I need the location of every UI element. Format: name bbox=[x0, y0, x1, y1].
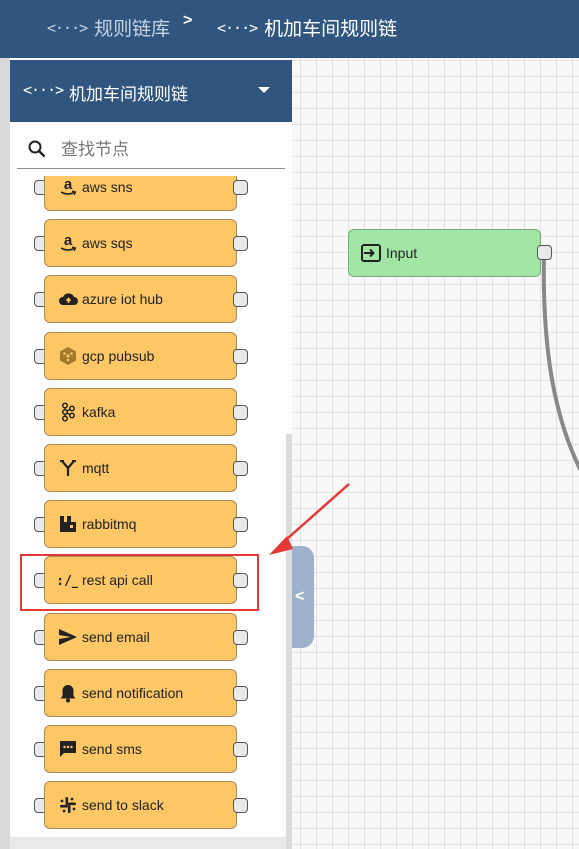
node-card[interactable]: azure iot hub bbox=[44, 275, 237, 323]
annotation-arrow-icon bbox=[269, 483, 350, 555]
code-brackets-icon: <···> bbox=[217, 18, 258, 37]
node-card[interactable]: send sms bbox=[44, 725, 237, 773]
node-item-rabbitmq[interactable]: rabbitmq bbox=[10, 500, 286, 550]
gcp-hexagon-icon bbox=[60, 347, 76, 365]
node-label: aws sns bbox=[82, 179, 133, 195]
list-footer bbox=[10, 837, 286, 849]
node-label: send sms bbox=[82, 741, 142, 757]
node-out-port[interactable] bbox=[233, 630, 248, 645]
amazon-icon: a bbox=[60, 233, 77, 252]
chevron-down-icon[interactable] bbox=[258, 87, 270, 93]
rule-chain-canvas[interactable]: Input bbox=[292, 58, 579, 849]
node-item-azure-iot-hub[interactable]: azure iot hub bbox=[10, 275, 286, 325]
node-item-gcp-pubsub[interactable]: gcp pubsub bbox=[10, 332, 286, 382]
node-item-send-notification[interactable]: send notification bbox=[10, 669, 286, 719]
node-label: rabbitmq bbox=[82, 516, 137, 532]
cloud-upload-icon bbox=[59, 293, 78, 305]
node-out-port[interactable] bbox=[233, 349, 248, 364]
breadcrumb-current: <···> 机加车间规则链 bbox=[217, 14, 397, 41]
node-out-port[interactable] bbox=[233, 461, 248, 476]
input-node-label: Input bbox=[386, 245, 418, 261]
node-label: gcp pubsub bbox=[82, 348, 155, 364]
node-card[interactable]: rabbitmq bbox=[44, 500, 237, 548]
node-out-port[interactable] bbox=[233, 686, 248, 701]
send-icon bbox=[59, 629, 77, 645]
amazon-icon: a bbox=[60, 177, 77, 196]
connection-line bbox=[541, 251, 579, 472]
input-node-out-port[interactable] bbox=[537, 245, 552, 260]
node-out-port[interactable] bbox=[233, 517, 248, 532]
node-label: send to slack bbox=[82, 797, 164, 813]
node-card[interactable]: kafka bbox=[44, 388, 237, 436]
search-input[interactable] bbox=[61, 137, 276, 163]
node-out-port[interactable] bbox=[233, 405, 248, 420]
node-label: kafka bbox=[82, 404, 116, 420]
kafka-icon bbox=[61, 402, 75, 422]
node-item-send-sms[interactable]: send sms bbox=[10, 725, 286, 775]
search-box bbox=[17, 132, 285, 169]
input-arrow-icon bbox=[361, 244, 381, 262]
node-item-mqtt[interactable]: mqtt bbox=[10, 444, 286, 494]
node-item-send-to-slack[interactable]: send to slack bbox=[10, 781, 286, 831]
node-card[interactable]: mqtt bbox=[44, 444, 237, 492]
svg-text:a: a bbox=[64, 233, 73, 249]
highlight-box bbox=[20, 554, 259, 611]
node-item-kafka[interactable]: kafka bbox=[10, 388, 286, 438]
node-card[interactable]: a aws sqs bbox=[44, 219, 237, 267]
node-out-port[interactable] bbox=[233, 798, 248, 813]
node-card[interactable]: send to slack bbox=[44, 781, 237, 829]
node-item-aws-sqs[interactable]: a aws sqs bbox=[10, 219, 286, 269]
svg-text:a: a bbox=[64, 177, 73, 193]
search-icon bbox=[28, 140, 46, 158]
node-out-port[interactable] bbox=[233, 236, 248, 251]
node-out-port[interactable] bbox=[233, 742, 248, 757]
node-card[interactable]: send notification bbox=[44, 669, 237, 717]
node-out-port[interactable] bbox=[233, 180, 248, 195]
breadcrumb-root[interactable]: <···> 规则链库 bbox=[47, 14, 170, 41]
node-label: send notification bbox=[82, 685, 184, 701]
connection-layer bbox=[541, 251, 579, 472]
breadcrumb-current-label: 机加车间规则链 bbox=[264, 19, 398, 40]
node-item-send-email[interactable]: send email bbox=[10, 613, 286, 663]
collapse-panel-tab[interactable]: < bbox=[292, 546, 314, 648]
input-node[interactable]: Input bbox=[348, 229, 541, 277]
breadcrumb-separator: > bbox=[183, 12, 193, 29]
node-out-port[interactable] bbox=[233, 292, 248, 307]
node-label: send email bbox=[82, 629, 150, 645]
merge-icon bbox=[60, 460, 76, 476]
sms-icon bbox=[60, 741, 76, 757]
slack-icon bbox=[60, 797, 76, 813]
node-label: mqtt bbox=[82, 460, 110, 476]
node-card[interactable]: gcp pubsub bbox=[44, 332, 237, 380]
panel-header[interactable]: <···> 机加车间规则链 bbox=[10, 60, 292, 122]
node-label: azure iot hub bbox=[82, 291, 163, 307]
panel-edge bbox=[0, 58, 10, 849]
top-bar: <···> 规则链库 > <···> 机加车间规则链 bbox=[0, 0, 579, 58]
node-card[interactable]: send email bbox=[44, 613, 237, 661]
code-brackets-icon: <···> bbox=[23, 81, 64, 99]
chevron-left-icon: < bbox=[295, 588, 305, 605]
breadcrumb-root-label: 规则链库 bbox=[94, 19, 171, 40]
node-label: aws sqs bbox=[82, 235, 133, 251]
code-brackets-icon: <···> bbox=[47, 18, 88, 37]
panel-title: 机加车间规则链 bbox=[69, 85, 188, 104]
rabbitmq-icon bbox=[60, 516, 76, 532]
bell-icon bbox=[60, 685, 76, 703]
